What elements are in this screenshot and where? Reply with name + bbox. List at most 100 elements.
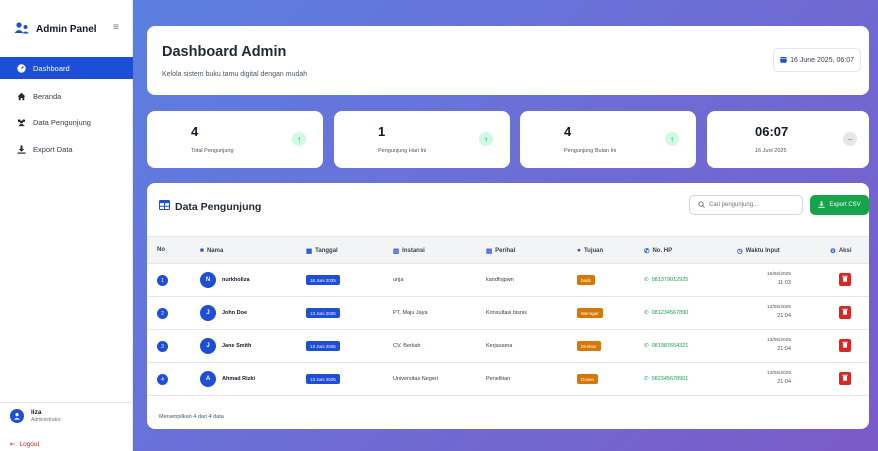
- arrow-up-icon: ↑: [292, 132, 306, 146]
- search-icon: [698, 200, 705, 210]
- logout-label: Logout: [19, 440, 40, 448]
- delete-button[interactable]: [839, 306, 851, 319]
- row-number: 1: [157, 275, 168, 286]
- logout-link[interactable]: ⇤ Logout: [10, 440, 40, 449]
- user-profile[interactable]: liza Administrator: [0, 402, 133, 429]
- visitor-phone[interactable]: ✆ 081987654321: [644, 343, 688, 349]
- column-header-instansi[interactable]: ▥ Instansi: [393, 247, 425, 255]
- user-avatar-icon: [10, 409, 24, 423]
- table-footer-info: Menampilkan 4 dari 4 data: [159, 414, 224, 420]
- visitor-phone[interactable]: ✆ 081234567890: [644, 310, 688, 316]
- sidebar-item-export-data[interactable]: Export Data: [0, 138, 133, 160]
- table-row: 2 J John Doe 13 Juni 2025 PT. Maju Jaya …: [147, 297, 869, 330]
- gauge-icon: [17, 63, 26, 73]
- column-header-no-hp[interactable]: ✆ No. HP: [644, 247, 672, 255]
- column-header-tanggal[interactable]: ▦ Tanggal: [306, 247, 338, 255]
- table-header: No ■ Nama ▦ Tanggal ▥ Instansi ▤ Perihal ● Tu…: [147, 236, 869, 264]
- trash-icon: [842, 275, 848, 284]
- brand-title: Admin Panel: [36, 23, 97, 35]
- column-header-tujuan[interactable]: ● Tujuan: [577, 247, 603, 254]
- building-icon: ▥: [393, 248, 400, 255]
- cogs-icon: ⚙: [830, 248, 836, 255]
- phone-icon: ✆: [644, 376, 649, 382]
- sidebar-item-label: Export Data: [33, 144, 73, 154]
- visitor-instansi: PT. Maju Jaya: [393, 310, 428, 316]
- stat-value: 1: [378, 124, 386, 139]
- visitor-instansi: unja: [393, 277, 404, 283]
- phone-icon: ✆: [644, 343, 649, 349]
- admin-users-icon: [14, 22, 30, 36]
- phone-icon: ✆: [644, 277, 649, 283]
- row-number: 4: [157, 374, 168, 385]
- users-icon: [17, 118, 26, 127]
- tujuan-badge: Manager: [577, 308, 603, 318]
- sidebar-item-data-pengunjung[interactable]: Data Pengunjung: [0, 111, 133, 133]
- visitor-avatar: J: [200, 305, 216, 321]
- stat-pengunjung-bulan-ini: 4 Pengunjung Bulan Ini ↑: [520, 111, 696, 168]
- sidebar-item-label: Beranda: [33, 91, 62, 101]
- table-row: 3 J Jane Smith 13 Juni 2025 CV. Berkah K…: [147, 330, 869, 363]
- user-role: Administrator: [31, 417, 61, 423]
- brand[interactable]: Admin Panel: [14, 22, 97, 36]
- menu-toggle-icon[interactable]: ≡: [113, 22, 119, 33]
- datetime-text: 16 June 2025, 06:07: [790, 56, 854, 64]
- download-icon: [818, 200, 825, 210]
- table-icon: [158, 199, 171, 213]
- phone-icon: ✆: [644, 310, 649, 316]
- visitor-phone[interactable]: ✆ 081379012925: [644, 277, 688, 283]
- visitor-perihal: kandfojpwn: [486, 277, 514, 283]
- header-card: Dashboard Admin Kelola sistem buku tamu …: [147, 26, 869, 95]
- trash-icon: [842, 374, 848, 383]
- visitor-avatar: N: [200, 272, 216, 288]
- tujuan-badge: badir: [577, 275, 596, 285]
- stat-total-pengunjung: 4 Total Pengunjung ↑: [147, 111, 323, 168]
- column-header-waktu-input[interactable]: ◷ Waktu Input: [737, 247, 780, 255]
- table-row: 4 A Ahmad Rizki 13 Juni 2025 Universitas…: [147, 363, 869, 396]
- delete-button[interactable]: [839, 273, 851, 286]
- page-title: Dashboard Admin: [162, 44, 287, 60]
- input-time: 13/06/2025 21:04: [766, 371, 791, 385]
- search-placeholder: Cari pengunjung...: [709, 202, 759, 208]
- visitor-table-card: Data Pengunjung Cari pengunjung... Expor…: [147, 183, 869, 429]
- visitor-avatar: A: [200, 371, 216, 387]
- stat-current-time: 06:07 16 Juni 2025 –: [707, 111, 869, 168]
- column-header-no[interactable]: No: [157, 247, 165, 253]
- page-subtitle: Kelola sistem buku tamu digital dengan m…: [162, 71, 308, 78]
- visitor-perihal: Konsultasi bisnis: [486, 310, 527, 316]
- export-csv-label: Export CSV: [829, 202, 861, 208]
- visitor-avatar: J: [200, 338, 216, 354]
- stat-value: 4: [191, 124, 199, 139]
- visitor-perihal: Kerjasama: [486, 343, 513, 349]
- stat-label: Pengunjung Bulan Ini: [564, 148, 617, 154]
- home-icon: [17, 92, 26, 101]
- stat-value: 4: [564, 124, 572, 139]
- stat-pengunjung-hari-ini: 1 Pengunjung Hari Ini ↑: [334, 111, 510, 168]
- sidebar-item-label: Dashboard: [33, 63, 70, 73]
- visitor-instansi: CV. Berkah: [393, 343, 421, 349]
- tujuan-badge: Direktur: [577, 341, 601, 351]
- visitor-name: nurkholiza: [222, 277, 250, 283]
- sidebar: Admin Panel ≡ Dashboard Beranda Data Pen…: [0, 0, 133, 451]
- column-header-nama[interactable]: ■ Nama: [200, 247, 223, 254]
- visitor-perihal: Penelitian: [486, 376, 511, 382]
- clipboard-icon: ▤: [486, 248, 493, 255]
- sidebar-item-beranda[interactable]: Beranda: [0, 85, 133, 107]
- trash-icon: [842, 308, 848, 317]
- visit-date-badge: 13 Juni 2025: [306, 341, 340, 351]
- sidebar-item-dashboard[interactable]: Dashboard: [0, 57, 133, 79]
- visitor-name: Ahmad Rizki: [222, 376, 256, 382]
- datetime-chip: 16 June 2025, 06:07: [773, 48, 861, 72]
- delete-button[interactable]: [839, 372, 851, 385]
- search-input[interactable]: Cari pengunjung...: [689, 195, 803, 215]
- export-csv-button[interactable]: Export CSV: [810, 195, 869, 215]
- arrow-up-icon: ↑: [665, 132, 679, 146]
- visitor-phone[interactable]: ✆ 082345678901: [644, 376, 688, 382]
- delete-button[interactable]: [839, 339, 851, 352]
- stat-label: 16 Juni 2025: [755, 148, 787, 154]
- visit-date-badge: 13 Juni 2025: [306, 308, 340, 318]
- column-header-aksi[interactable]: ⚙ Aksi: [830, 247, 852, 255]
- calendar-icon: ▦: [306, 248, 313, 255]
- input-time: 13/06/2025 21:04: [766, 305, 791, 319]
- column-header-perihal[interactable]: ▤ Perihal: [486, 247, 515, 255]
- stat-label: Total Pengunjung: [191, 148, 234, 154]
